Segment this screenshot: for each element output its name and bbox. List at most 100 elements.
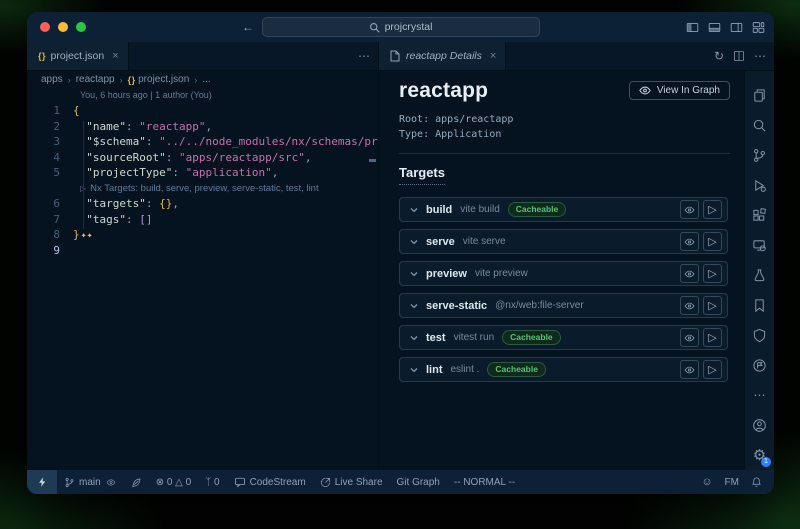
activity-files-icon[interactable] xyxy=(745,81,774,111)
more-icon[interactable]: ⋯ xyxy=(754,50,766,62)
editor-actions-more-icon[interactable]: ⋯ xyxy=(358,50,370,62)
run-target-button[interactable]: ▷ xyxy=(703,360,722,379)
target-name: preview xyxy=(426,268,467,280)
code-line: 8}✦✦ xyxy=(27,227,378,243)
target-actions: ▷ xyxy=(680,296,722,315)
chevron-down-icon[interactable] xyxy=(410,207,418,213)
activity-run-debug-icon[interactable] xyxy=(745,171,774,201)
activity-account-icon[interactable] xyxy=(745,410,774,440)
live-share-status[interactable]: Live Share xyxy=(313,470,390,494)
bird-indicator[interactable] xyxy=(124,470,149,494)
activity-extensions-icon[interactable] xyxy=(745,201,774,231)
eye-icon xyxy=(105,478,117,487)
run-target-button[interactable]: ▷ xyxy=(703,328,722,347)
nx-targets-inline-hint[interactable]: ▷Nx Targets: build, serve, preview, serv… xyxy=(27,181,378,197)
run-target-button[interactable]: ▷ xyxy=(703,232,722,251)
tab-project-json[interactable]: { } project.json × xyxy=(27,42,129,70)
chevron-down-icon[interactable] xyxy=(410,271,418,277)
activity-bookmarks-icon[interactable] xyxy=(745,290,774,320)
refresh-icon[interactable]: ↻ xyxy=(714,50,724,62)
titlebar: ← → projcrystal xyxy=(27,12,774,42)
copilot-sparkle-icon[interactable]: ✦✦ xyxy=(81,230,93,241)
view-target-button[interactable] xyxy=(680,360,699,379)
toggle-customize-layout-icon[interactable] xyxy=(752,21,765,34)
chevron-down-icon[interactable] xyxy=(410,303,418,309)
code-line: 3 "$schema": "../../node_modules/nx/sche… xyxy=(27,134,378,150)
activity-settings-icon[interactable]: ⚙1 xyxy=(745,440,774,470)
toggle-panel-left-icon[interactable] xyxy=(686,21,699,34)
vim-mode-indicator[interactable]: -- NORMAL -- xyxy=(447,470,522,494)
breadcrumb-item[interactable]: { }project.json xyxy=(128,74,190,85)
split-editor-icon[interactable] xyxy=(733,50,745,62)
fm-indicator[interactable]: FM xyxy=(719,477,745,488)
tab-reactapp-details[interactable]: reactapp Details × xyxy=(379,42,506,70)
activity-source-control-icon[interactable] xyxy=(745,141,774,171)
view-target-button[interactable] xyxy=(680,328,699,347)
toggle-panel-right-icon[interactable] xyxy=(730,21,743,34)
code-line: 9 xyxy=(27,243,378,259)
count-indicator[interactable]: ᛉ 0 xyxy=(198,470,226,494)
cacheable-badge: Cacheable xyxy=(508,202,567,217)
activity-search-icon[interactable] xyxy=(745,111,774,141)
view-target-button[interactable] xyxy=(680,232,699,251)
breadcrumb-item[interactable]: ... xyxy=(202,74,210,85)
target-row[interactable]: buildvite buildCacheable▷ xyxy=(399,197,728,222)
command-center-search[interactable]: projcrystal xyxy=(262,17,540,37)
view-target-button[interactable] xyxy=(680,264,699,283)
problems-indicator[interactable]: ⊗ 0 △ 0 xyxy=(149,470,199,494)
git-graph-status[interactable]: Git Graph xyxy=(390,470,447,494)
target-row[interactable]: servevite serve▷ xyxy=(399,229,728,254)
run-target-button[interactable]: ▷ xyxy=(703,296,722,315)
run-target-button[interactable]: ▷ xyxy=(703,200,722,219)
target-name: build xyxy=(426,204,452,216)
notifications-bell[interactable] xyxy=(745,476,768,488)
activity-bar: ⋯ ⚙1 xyxy=(744,71,774,470)
line-content: { xyxy=(73,103,378,119)
activity-flag-icon[interactable] xyxy=(745,350,774,380)
toggle-panel-bottom-icon[interactable] xyxy=(708,21,721,34)
close-tab-icon[interactable]: × xyxy=(112,50,118,62)
target-actions: ▷ xyxy=(680,328,722,347)
codestream-status[interactable]: CodeStream xyxy=(227,470,313,494)
comment-icon xyxy=(234,476,246,488)
line-number: 9 xyxy=(27,243,73,259)
search-icon xyxy=(369,22,380,33)
back-button[interactable]: ← xyxy=(242,20,254,34)
target-name: serve-static xyxy=(426,300,487,312)
activity-gitlens-icon[interactable] xyxy=(745,320,774,350)
remote-indicator[interactable] xyxy=(27,470,57,494)
activity-more-icon[interactable]: ⋯ xyxy=(745,380,774,410)
tab-label: reactapp Details xyxy=(406,50,482,62)
line-content xyxy=(73,243,378,259)
git-branch-status[interactable]: main xyxy=(57,470,124,494)
target-row[interactable]: previewvite preview▷ xyxy=(399,261,728,286)
chevron-down-icon[interactable] xyxy=(410,239,418,245)
chevron-down-icon[interactable] xyxy=(410,367,418,373)
breadcrumb-item[interactable]: apps xyxy=(41,74,63,85)
activity-remote-explorer-icon[interactable] xyxy=(745,231,774,261)
view-in-graph-button[interactable]: View In Graph xyxy=(629,81,730,100)
zoom-window-button[interactable] xyxy=(76,22,86,32)
codelens-blame[interactable]: You, 6 hours ago | 1 author (You) xyxy=(27,88,378,103)
close-window-button[interactable] xyxy=(40,22,50,32)
line-number: 7 xyxy=(27,212,73,228)
view-target-button[interactable] xyxy=(680,200,699,219)
chevron-down-icon[interactable] xyxy=(410,335,418,341)
json-file-icon: { } xyxy=(38,51,45,61)
close-tab-icon[interactable]: × xyxy=(490,50,496,62)
copilot-indicator[interactable]: ☺ xyxy=(695,477,718,488)
target-row[interactable]: testvitest runCacheable▷ xyxy=(399,325,728,350)
line-content: "targets": {}, xyxy=(73,196,378,212)
minimize-window-button[interactable] xyxy=(58,22,68,32)
nx-project-details-panel: reactapp View In Graph Root: apps/reacta… xyxy=(379,71,744,470)
activity-testing-icon[interactable] xyxy=(745,261,774,291)
view-target-button[interactable] xyxy=(680,296,699,315)
target-row[interactable]: linteslint .Cacheable▷ xyxy=(399,357,728,382)
code-editor[interactable]: You, 6 hours ago | 1 author (You) 1{2 "n… xyxy=(27,88,378,470)
breadcrumb-item[interactable]: reactapp xyxy=(76,74,115,85)
project-root-value: apps/reactapp xyxy=(435,114,513,125)
target-name: serve xyxy=(426,236,455,248)
line-content: "tags": [] xyxy=(73,212,378,228)
run-target-button[interactable]: ▷ xyxy=(703,264,722,283)
target-row[interactable]: serve-static@nx/web:file-server▷ xyxy=(399,293,728,318)
